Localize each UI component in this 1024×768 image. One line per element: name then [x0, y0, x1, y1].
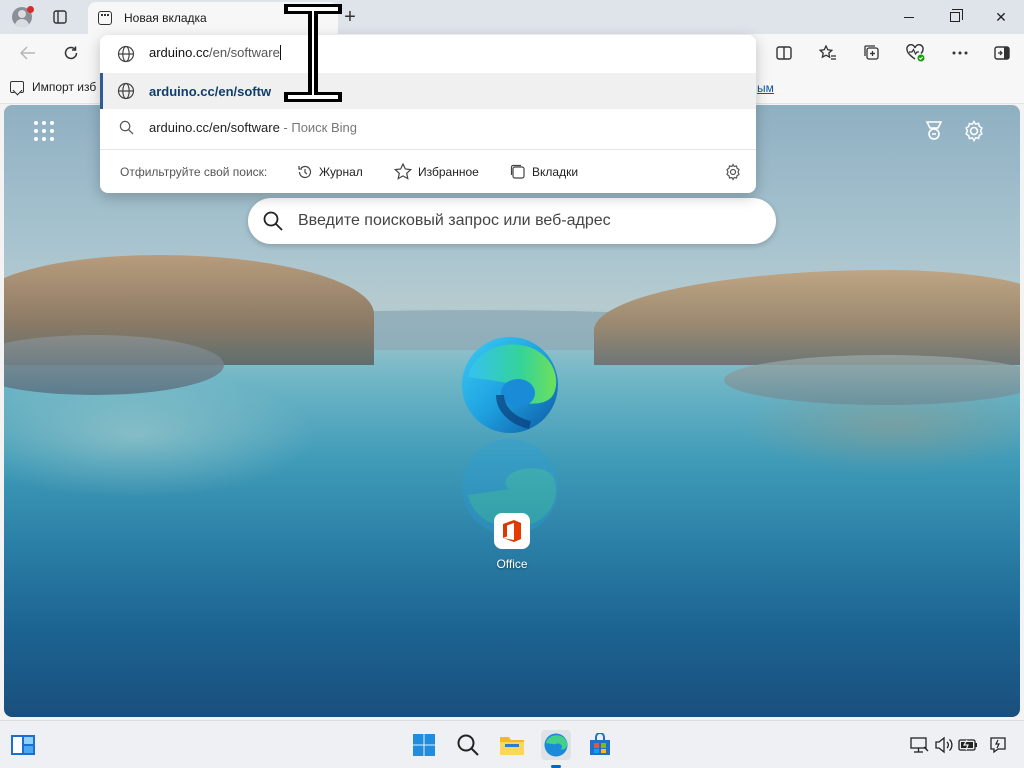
- tab-title: Новая вкладка: [124, 11, 207, 25]
- filter-favorites-button[interactable]: Избранное: [394, 163, 479, 180]
- page-search-box[interactable]: [248, 198, 776, 244]
- collections-icon: [864, 45, 879, 60]
- address-host: arduino.cc: [149, 45, 209, 60]
- filter-label: Отфильтруйте свой поиск:: [120, 164, 268, 179]
- background-hill-right: [594, 270, 1020, 365]
- favorites-link[interactable]: ым: [757, 81, 774, 95]
- battery-icon[interactable]: [958, 735, 978, 755]
- tab-actions-button[interactable]: [47, 5, 73, 29]
- filter-favorites-label: Избранное: [418, 164, 479, 179]
- suggestion-url[interactable]: arduino.cc/en/softw: [100, 73, 756, 109]
- suggestion-search-query: arduino.cc/en/software: [149, 119, 280, 135]
- start-button[interactable]: [409, 730, 439, 760]
- search-icon: [263, 211, 283, 231]
- import-favorites-button[interactable]: Импорт изб: [10, 80, 96, 94]
- rewards-button[interactable]: [922, 119, 946, 143]
- address-bar-dropdown: arduino.cc/en/software arduino.cc/en/sof…: [100, 35, 756, 193]
- address-path: /en/software: [208, 45, 280, 60]
- filter-tabs-button[interactable]: Вкладки: [510, 164, 578, 180]
- sidebar-icon: [994, 46, 1010, 60]
- title-bar: Новая вкладка + ✕: [0, 0, 1024, 34]
- star-icon: [394, 163, 412, 180]
- notification-dot: [27, 6, 34, 13]
- text-cursor-icon: [284, 4, 342, 102]
- taskbar: [0, 720, 1024, 768]
- suggestion-search[interactable]: arduino.cc/en/software - Поиск Bing: [100, 109, 756, 145]
- page-settings-button[interactable]: [962, 119, 986, 143]
- widgets-button[interactable]: [8, 730, 38, 760]
- search-filter-row: Отфильтруйте свой поиск: Журнал Избранно…: [100, 149, 756, 193]
- filter-history-label: Журнал: [319, 164, 363, 179]
- favorites-button[interactable]: [814, 41, 842, 65]
- filter-tabs-label: Вкладки: [532, 164, 579, 179]
- restore-button[interactable]: [932, 0, 978, 34]
- tabs-icon: [510, 164, 525, 179]
- trophy-icon: [925, 121, 943, 140]
- back-arrow-icon: [20, 46, 35, 60]
- minimize-button[interactable]: [886, 0, 932, 34]
- import-icon: [10, 81, 24, 93]
- tab-actions-icon: [53, 10, 67, 24]
- office-label: Office: [496, 557, 528, 571]
- edge-icon: [544, 733, 568, 757]
- widgets-icon: [11, 735, 35, 755]
- sidebar-toggle-button[interactable]: [988, 41, 1016, 65]
- history-icon: [298, 165, 312, 178]
- restore-icon: [950, 9, 963, 22]
- import-favorites-label: Импорт изб: [32, 80, 97, 94]
- browser-essentials-button[interactable]: [902, 41, 930, 65]
- split-screen-icon: [776, 46, 792, 60]
- collections-button[interactable]: [858, 41, 886, 65]
- globe-icon: [117, 82, 135, 100]
- edge-logo-icon: [462, 337, 558, 433]
- suggestion-search-engine: - Поиск Bing: [279, 119, 358, 135]
- reload-button[interactable]: [57, 41, 85, 65]
- globe-icon: [117, 45, 135, 62]
- address-bar[interactable]: arduino.cc/en/software: [100, 35, 756, 72]
- suggestion-search-text: arduino.cc/en/software - Поиск Bing: [149, 120, 357, 135]
- page-search-input[interactable]: [298, 212, 738, 230]
- more-dots-icon: [952, 51, 968, 55]
- store-button[interactable]: [585, 730, 615, 760]
- more-button[interactable]: [946, 41, 974, 65]
- search-icon: [119, 120, 134, 134]
- file-explorer-button[interactable]: [497, 730, 527, 760]
- office-icon: [494, 513, 530, 549]
- quick-link-office[interactable]: Office: [490, 513, 534, 583]
- background-shore-right: [724, 355, 1020, 405]
- windows-logo-icon: [413, 734, 435, 756]
- split-screen-button[interactable]: [770, 41, 798, 65]
- apps-launcher-button[interactable]: [34, 121, 56, 143]
- search-icon: [457, 734, 479, 756]
- gear-icon: [965, 120, 983, 142]
- close-button[interactable]: ✕: [978, 0, 1024, 34]
- new-tab-page-icon: [98, 11, 112, 25]
- edge-taskbar-button[interactable]: [541, 730, 571, 760]
- taskbar-search-button[interactable]: [453, 730, 483, 760]
- search-settings-gear-icon[interactable]: [724, 162, 742, 181]
- store-icon: [590, 733, 610, 755]
- notifications-icon[interactable]: [988, 735, 1008, 755]
- network-icon[interactable]: [910, 735, 930, 755]
- new-tab-page: Office: [4, 105, 1020, 717]
- volume-icon[interactable]: [934, 735, 954, 755]
- back-button[interactable]: [14, 41, 42, 65]
- address-bar-text[interactable]: arduino.cc/en/software: [149, 45, 281, 60]
- heart-pulse-icon: [906, 44, 925, 62]
- minimize-icon: [904, 16, 914, 18]
- reload-icon: [64, 46, 78, 60]
- folder-icon: [500, 737, 524, 755]
- suggestion-url-text: arduino.cc/en/softw: [149, 83, 272, 99]
- text-caret: [279, 45, 281, 60]
- star-list-icon: [819, 45, 836, 60]
- filter-history-button[interactable]: Журнал: [297, 164, 363, 180]
